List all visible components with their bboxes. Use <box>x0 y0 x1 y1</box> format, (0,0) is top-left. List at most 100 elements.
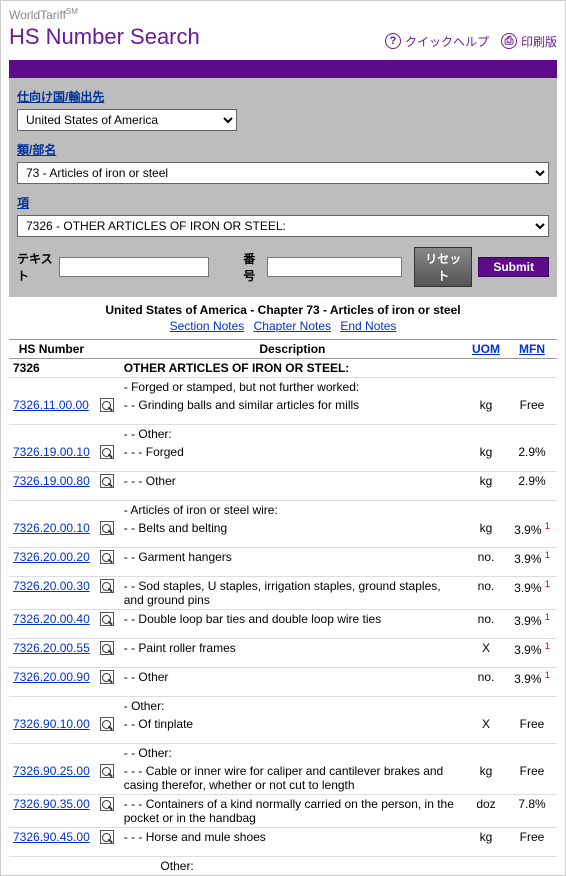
text-input[interactable] <box>59 257 209 277</box>
mfn-cell: Free <box>507 715 557 744</box>
category-select[interactable]: 73 - Articles of iron or steel <box>17 162 549 184</box>
uom-cell: doz <box>465 795 507 828</box>
magnifier-icon[interactable] <box>100 670 114 684</box>
hs-code-link[interactable]: 7326.11.00.00 <box>13 398 89 412</box>
footnote-ref: 1 <box>545 670 550 680</box>
heading-select[interactable]: 7326 - OTHER ARTICLES OF IRON OR STEEL: <box>17 215 549 237</box>
mfn-cell: 3.9% 1 <box>507 577 557 610</box>
hs-code-link[interactable]: 7326.20.00.40 <box>13 612 90 626</box>
description-text: - - - Other <box>124 474 176 488</box>
print-link[interactable]: ⎙ 印刷版 <box>501 33 557 50</box>
hs-code-link[interactable]: 7326.90.35.00 <box>13 797 90 811</box>
table-row: 7326.19.00.10- - - Forgedkg2.9% <box>9 443 557 472</box>
table-row: 7326.90.25.00 - - - Cable or inner wire f… <box>9 762 557 795</box>
table-row: 7326.20.00.40- - Double loop bar ties an… <box>9 610 557 639</box>
page-title: HS Number Search <box>9 24 200 50</box>
footnote-ref: 1 <box>545 550 550 560</box>
description-text: - - - Forged <box>124 445 184 459</box>
magnifier-icon[interactable] <box>100 641 114 655</box>
mfn-cell: 3.9% 1 <box>507 668 557 697</box>
mfn-cell <box>507 857 557 876</box>
divider-bar <box>9 60 557 78</box>
magnifier-icon[interactable] <box>100 612 114 626</box>
footnote-ref: 1 <box>545 612 550 622</box>
submit-button[interactable]: Submit <box>478 257 549 277</box>
magnifier-icon[interactable] <box>100 474 114 488</box>
quick-help-link[interactable]: ? クイックヘルプ <box>385 33 489 50</box>
brand: WorldTariffSM <box>9 7 557 22</box>
end-notes-link[interactable]: End Notes <box>340 319 396 333</box>
hs-code-link[interactable]: 7326.90.45.00 <box>13 830 90 844</box>
hs-code: 7326 <box>13 361 40 375</box>
magnifier-icon[interactable] <box>100 830 114 844</box>
footnote-ref: 1 <box>545 521 550 531</box>
magnifier-icon[interactable] <box>100 579 114 593</box>
uom-cell: kg <box>465 472 507 501</box>
description-text: - - Of tinplate <box>124 717 193 731</box>
magnifier-icon[interactable] <box>100 764 114 778</box>
uom-cell <box>465 744 507 763</box>
hs-code-link[interactable]: 7326.90.25.00 <box>13 764 90 778</box>
description-text: - - - Containers of a kind normally carr… <box>124 797 454 825</box>
magnifier-icon[interactable] <box>100 445 114 459</box>
mfn-cell: 3.9% 1 <box>507 639 557 668</box>
country-select[interactable]: United States of America <box>17 109 237 131</box>
uom-cell: kg <box>465 519 507 548</box>
mfn-cell <box>507 744 557 763</box>
mfn-cell: Free <box>507 396 557 425</box>
hs-code-link[interactable]: 7326.20.00.30 <box>13 579 90 593</box>
description-text: Other: <box>124 859 194 873</box>
tariff-table: HS Number Description UOM MFN 7326 OTHER … <box>9 339 557 875</box>
mfn-cell <box>507 697 557 716</box>
table-row: - Articles of iron or steel wire: <box>9 501 557 520</box>
section-notes-link[interactable]: Section Notes <box>170 319 245 333</box>
magnifier-icon[interactable] <box>100 550 114 564</box>
destination-label: 仕向け国/輸出先 <box>17 88 104 105</box>
reset-button[interactable]: リセット <box>414 247 472 287</box>
description-text: - - Other: <box>124 746 172 760</box>
hs-code-link[interactable]: 7326.20.00.90 <box>13 670 90 684</box>
table-row: 7326.90.10.00- - Of tinplateXFree <box>9 715 557 744</box>
table-row: - - Other: <box>9 744 557 763</box>
description-text: - - Paint roller frames <box>124 641 236 655</box>
magnifier-icon[interactable] <box>100 717 114 731</box>
uom-cell <box>465 425 507 444</box>
chapter-notes-link[interactable]: Chapter Notes <box>254 319 331 333</box>
footnote-ref: 1 <box>545 579 550 589</box>
uom-cell: no. <box>465 610 507 639</box>
hs-code-link[interactable]: 7326.19.00.10 <box>13 445 90 459</box>
hs-code-link[interactable]: 7326.20.00.55 <box>13 641 90 655</box>
help-icon: ? <box>385 33 401 49</box>
magnifier-icon[interactable] <box>100 797 114 811</box>
magnifier-icon[interactable] <box>100 398 114 412</box>
search-panel: 仕向け国/輸出先 United States of America 類/部名 7… <box>9 78 557 297</box>
col-mfn[interactable]: MFN <box>507 340 557 359</box>
text-label: テキスト <box>17 250 53 284</box>
table-row: - - Other: <box>9 425 557 444</box>
number-input[interactable] <box>267 257 402 277</box>
table-row: 7326.90.35.00 - - - Containers of a kind … <box>9 795 557 828</box>
uom-cell: X <box>465 639 507 668</box>
table-row: - Other: <box>9 697 557 716</box>
col-hs: HS Number <box>9 340 94 359</box>
hs-code-link[interactable]: 7326.20.00.10 <box>13 521 90 535</box>
mfn-cell: 3.9% 1 <box>507 610 557 639</box>
col-uom[interactable]: UOM <box>465 340 507 359</box>
magnifier-icon[interactable] <box>100 521 114 535</box>
hs-code-link[interactable]: 7326.90.10.00 <box>13 717 90 731</box>
description-text: - - Belts and belting <box>124 521 227 535</box>
description-text: - Forged or stamped, but not further wor… <box>124 380 359 394</box>
mfn-cell: 3.9% 1 <box>507 519 557 548</box>
description-text: OTHER ARTICLES OF IRON OR STEEL: <box>124 361 350 375</box>
description-text: - - - Cable or inner wire for caliper an… <box>124 764 443 792</box>
table-row: 7326.11.00.00- - Grinding balls and simi… <box>9 396 557 425</box>
uom-cell: no. <box>465 577 507 610</box>
mfn-cell: 2.9% <box>507 472 557 501</box>
table-row: - Forged or stamped, but not further wor… <box>9 378 557 397</box>
uom-cell <box>465 857 507 876</box>
category-label: 類/部名 <box>17 141 56 158</box>
col-desc: Description <box>120 340 465 359</box>
hs-code-link[interactable]: 7326.19.00.80 <box>13 474 90 488</box>
mfn-cell: 2.9% <box>507 443 557 472</box>
hs-code-link[interactable]: 7326.20.00.20 <box>13 550 90 564</box>
